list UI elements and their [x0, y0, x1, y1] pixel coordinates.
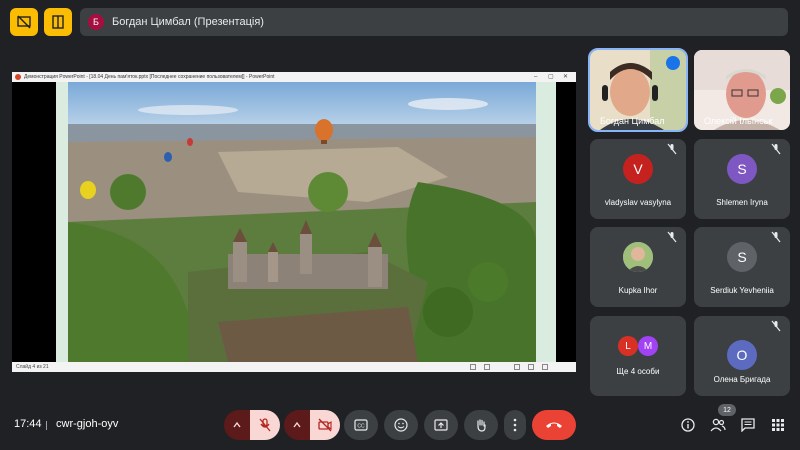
mic-off-icon	[771, 320, 781, 332]
powerpoint-logo-icon	[15, 74, 21, 80]
reactions-button[interactable]	[384, 410, 418, 440]
chat-button[interactable]	[738, 415, 758, 435]
presenter-label: Богдан Цимбал (Презентація)	[112, 16, 264, 28]
participant-name: Олексій Ільїнськ	[704, 116, 773, 126]
activities-button[interactable]	[768, 415, 788, 435]
mic-off-icon	[771, 143, 781, 155]
present-now-button[interactable]	[424, 410, 458, 440]
svg-text:CC: CC	[357, 424, 365, 430]
participant-tile[interactable]: S Shlemen Iryna	[694, 139, 790, 219]
people-button[interactable]	[708, 415, 728, 435]
close-icon: ✕	[563, 74, 569, 80]
aerial-photo	[68, 82, 536, 362]
captions-button[interactable]: CC	[344, 410, 378, 440]
captions-icon: CC	[354, 419, 368, 431]
minimize-icon: –	[534, 74, 538, 80]
avatar: S	[727, 242, 757, 272]
participant-name: Kupka Ihor	[618, 286, 658, 295]
more-participants-tile[interactable]: L M Ще 4 особи	[590, 316, 686, 396]
participant-name: Олена Бригада	[713, 375, 771, 384]
mic-control	[224, 410, 280, 440]
chevron-up-icon	[293, 421, 301, 428]
clock: 17:44	[14, 418, 42, 430]
more-options-button[interactable]	[504, 410, 526, 440]
phone-hangup-icon	[546, 422, 562, 428]
powerpoint-titlebar: Демонстрация PowerPoint - [18.04 День па…	[12, 72, 576, 82]
avatar: S	[727, 154, 757, 184]
speaking-indicator-icon	[666, 56, 680, 70]
maximize-icon: ▢	[548, 74, 554, 80]
mic-toggle-button[interactable]	[250, 410, 280, 440]
participant-tile[interactable]: Богдан Цимбал	[588, 48, 688, 132]
powerpoint-statusbar: Слайд 4 из 21	[12, 362, 576, 372]
notes-icon	[470, 364, 476, 370]
mic-off-icon	[667, 143, 677, 155]
pin-presentation-button[interactable]	[44, 8, 72, 36]
more-vert-icon	[513, 418, 517, 432]
slide-sorter-icon	[514, 364, 520, 370]
hand-icon	[477, 419, 486, 432]
divider	[46, 421, 47, 430]
slide-counter: Слайд 4 из 21	[16, 364, 49, 370]
avatar: M	[638, 336, 658, 356]
apps-grid-icon	[772, 419, 784, 431]
leave-call-button[interactable]	[532, 410, 576, 440]
participant-tile[interactable]: Олексій Ільїнськ	[694, 50, 790, 130]
participant-name: Богдан Цимбал	[600, 116, 665, 126]
presenter-avatar: Б	[88, 14, 104, 30]
powerpoint-window-title: Демонстрация PowerPoint - [18.04 День па…	[24, 74, 275, 80]
avatar: V	[623, 154, 653, 184]
present-icon	[434, 419, 448, 431]
participant-tile[interactable]: S Serdiuk Yevheniia	[694, 227, 790, 307]
mic-off-icon	[259, 418, 271, 432]
present-off-icon	[17, 15, 31, 29]
participant-tile[interactable]: Kupka Ihor	[590, 227, 686, 307]
reading-view-icon	[528, 364, 534, 370]
people-icon	[710, 418, 726, 432]
mic-off-icon	[771, 231, 781, 243]
emoji-icon	[394, 418, 408, 432]
chat-icon	[741, 418, 755, 432]
layout-icon	[52, 15, 64, 29]
mic-off-icon	[667, 231, 677, 243]
camera-control	[284, 410, 340, 440]
camera-toggle-button[interactable]	[310, 410, 340, 440]
participant-name: Shlemen Iryna	[716, 198, 768, 207]
presenting-off-button[interactable]	[10, 8, 38, 36]
meeting-details-button[interactable]	[678, 415, 698, 435]
participant-tile[interactable]: V vladyslav vasylyna	[590, 139, 686, 219]
slideshow-view-icon	[542, 364, 548, 370]
avatar	[623, 242, 653, 272]
avatar: O	[727, 340, 757, 370]
slide	[56, 82, 556, 362]
audio-settings-button[interactable]	[224, 410, 250, 440]
slide-photo-kamianets-castle	[68, 82, 536, 362]
normal-view-icon	[484, 364, 490, 370]
raise-hand-button[interactable]	[464, 410, 498, 440]
shared-screen: Демонстрация PowerPoint - [18.04 День па…	[12, 72, 576, 372]
participant-name: Serdiuk Yevheniia	[710, 286, 774, 295]
participant-name: vladyslav vasylyna	[604, 198, 672, 207]
info-icon	[681, 418, 695, 432]
avatar: L	[618, 336, 638, 356]
profile-photo	[623, 242, 653, 272]
chevron-up-icon	[233, 421, 241, 428]
camera-off-icon	[318, 418, 332, 432]
video-settings-button[interactable]	[284, 410, 310, 440]
meeting-code: cwr-gjoh-oyv	[56, 418, 119, 430]
participant-tile[interactable]: O Олена Бригада	[694, 316, 790, 396]
presenter-banner: Б Богдан Цимбал (Презентація)	[80, 8, 788, 36]
more-participants-label: Ще 4 особи	[616, 367, 660, 376]
